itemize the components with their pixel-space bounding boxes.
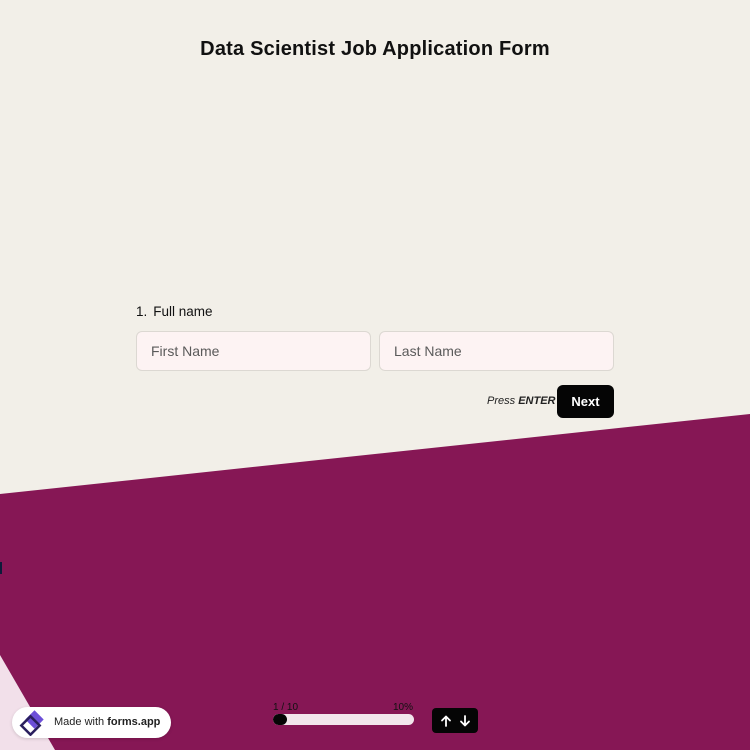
progress-percent: 10% (393, 702, 414, 713)
progress-fill (273, 714, 288, 725)
press-hint-key: ENTER (518, 395, 556, 407)
press-enter-hint: Press ENTER (487, 395, 555, 407)
question-navigation (432, 708, 478, 733)
background-shape (0, 414, 750, 750)
arrow-down-icon (459, 714, 470, 726)
question-label: 1. Full name (136, 304, 213, 319)
previous-question-button[interactable] (437, 711, 455, 731)
progress-bar (273, 714, 414, 725)
question-text: Full name (153, 304, 213, 319)
press-hint-prefix: Press (487, 395, 516, 407)
arrow-up-icon (440, 715, 451, 727)
badge-brand: forms.app (107, 716, 161, 728)
made-with-badge[interactable]: Made with forms.app (12, 707, 171, 738)
next-button[interactable]: Next (557, 385, 614, 418)
form-title: Data Scientist Job Application Form (200, 38, 550, 60)
badge-prefix: Made with (54, 716, 105, 728)
first-name-input[interactable] (136, 331, 371, 371)
progress-count: 1 / 10 (273, 702, 299, 713)
badge-text: Made with forms.app (54, 716, 160, 728)
question-number: 1. (136, 304, 148, 319)
last-name-input[interactable] (379, 331, 614, 371)
next-question-button[interactable] (456, 711, 474, 731)
forms-app-logo-icon (19, 710, 44, 736)
